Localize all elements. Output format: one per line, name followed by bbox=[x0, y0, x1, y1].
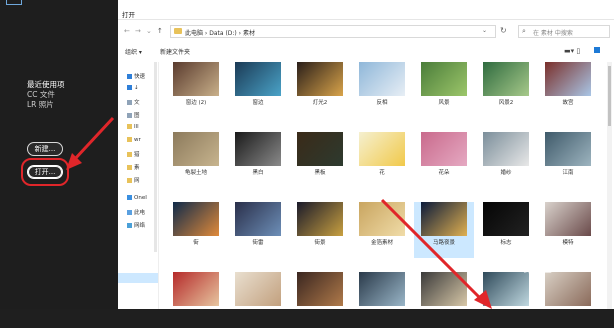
red-arrow-shaft bbox=[72, 116, 115, 162]
red-arrow-shaft-2 bbox=[380, 198, 484, 302]
annotation-overlay: Baidu 经验 bbox=[66, 116, 553, 309]
watermark: Baidu 经验 bbox=[474, 259, 553, 276]
